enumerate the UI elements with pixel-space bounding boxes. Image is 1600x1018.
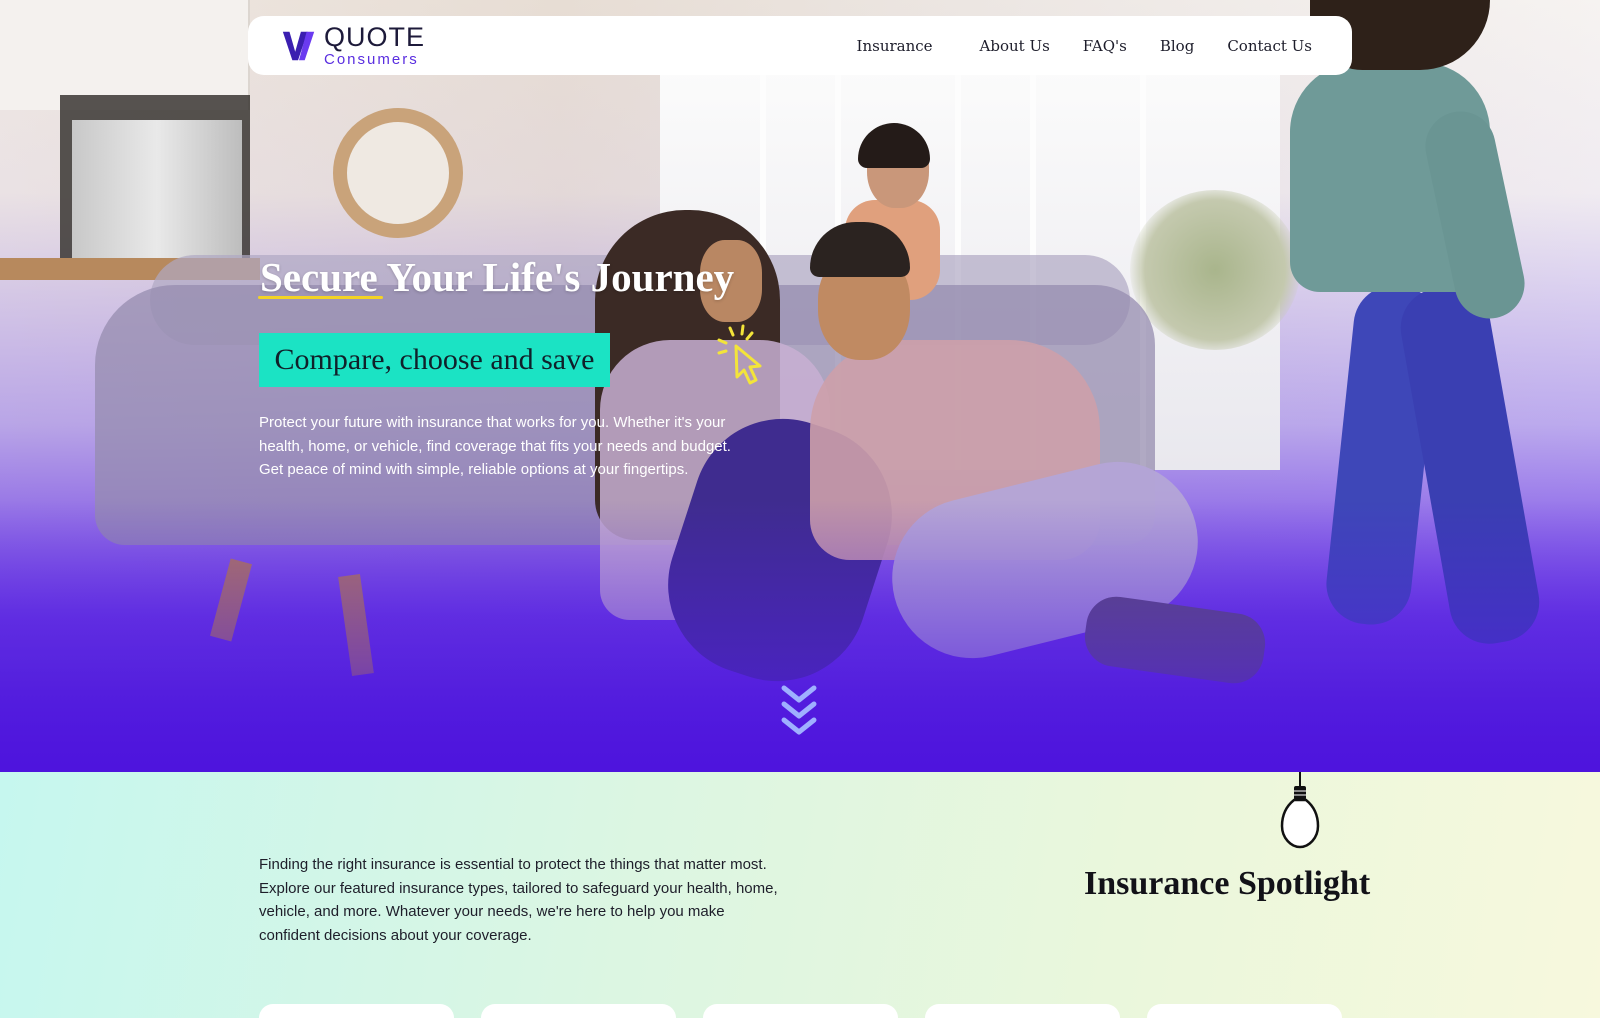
spotlight-cards	[259, 1004, 1342, 1018]
nav-link-insurance[interactable]: Insurance	[857, 37, 933, 55]
spotlight-card[interactable]	[481, 1004, 676, 1018]
insurance-spotlight-section: Finding the right insurance is essential…	[0, 772, 1600, 1018]
nav-links: Insurance About Us FAQ's Blog Contact Us	[857, 37, 1312, 55]
hero-description: Protect your future with insurance that …	[259, 414, 731, 478]
nav-link-about-us[interactable]: About Us	[980, 37, 1050, 55]
nav-link-blog[interactable]: Blog	[1160, 37, 1194, 55]
logo-mark-icon	[282, 31, 315, 60]
logo-subtitle: Consumers	[324, 51, 419, 68]
nav-link-contact-us[interactable]: Contact Us	[1227, 37, 1312, 55]
hero-background-photo	[0, 0, 1600, 772]
spotlight-card[interactable]	[703, 1004, 898, 1018]
spotlight-intro-text: Finding the right insurance is essential…	[259, 856, 778, 944]
hero-section: QUOTE Consumers Insurance About Us FAQ's…	[0, 0, 1600, 772]
spotlight-card[interactable]	[259, 1004, 454, 1018]
site-logo[interactable]: QUOTE Consumers	[280, 24, 425, 67]
hero-title: Secure Your Life's Journey	[260, 254, 735, 300]
logo-title: QUOTE	[324, 22, 426, 52]
compare-badge: Compare, choose and save	[259, 333, 610, 387]
top-navigation-bar: QUOTE Consumers Insurance About Us FAQ's…	[248, 16, 1352, 75]
lightbulb-icon	[1280, 786, 1320, 849]
nav-link-faqs[interactable]: FAQ's	[1083, 37, 1127, 55]
chevron-down-icon[interactable]	[780, 682, 818, 738]
spotlight-title: Insurance Spotlight	[1084, 865, 1371, 902]
spotlight-card[interactable]	[925, 1004, 1120, 1018]
title-underline-accent	[258, 296, 383, 299]
cursor-click-icon	[717, 324, 762, 385]
spotlight-card[interactable]	[1147, 1004, 1342, 1018]
compare-badge-text: Compare, choose and save	[274, 343, 595, 376]
